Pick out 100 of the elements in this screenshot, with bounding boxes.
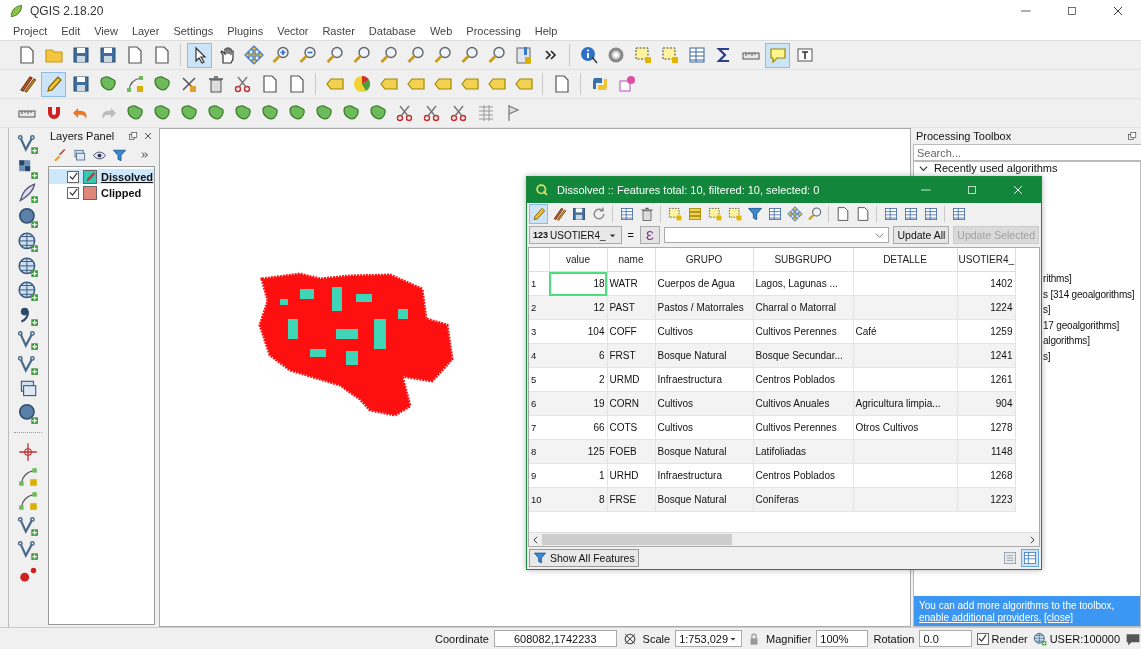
table-cell: 125 [549,439,607,464]
scroll-left-icon[interactable] [533,535,538,544]
q-logo-icon [535,183,549,197]
table-cell: Cultivos [655,319,753,344]
table-cell: 1259 [957,319,1015,344]
column-header[interactable]: SUBGRUPO [753,248,853,272]
tree-item[interactable]: s] [1043,302,1051,318]
table-cell: 8 [549,487,607,512]
tree-item[interactable]: Recently used algorithms [914,162,1063,174]
layer-name: Dissolved [101,170,153,183]
table-cell: 2 [549,367,607,392]
table-cell: COTS [607,415,655,440]
selection-icon [659,45,680,65]
text-box-icon [794,45,815,65]
table-cell: 1278 [957,415,1015,440]
row-number[interactable]: 2 [529,295,549,320]
coordinate-field[interactable]: 608082,1742233 [493,630,617,647]
table-icon [686,45,707,65]
tree-item[interactable]: 17 geoalgorithms] [1043,317,1120,333]
table-cell: 1261 [957,367,1015,392]
scale-dropdown[interactable]: 1:753,029 [675,630,743,647]
table-cell: 1402 [957,271,1015,296]
minimize-icon [921,189,931,191]
row-number[interactable]: 6 [529,391,549,416]
form-view-icon [1002,550,1018,566]
row-number[interactable]: 7 [529,415,549,440]
globe-icon [17,255,39,278]
minimize-icon [1021,10,1031,12]
field-dropdown[interactable]: 123 USOTIER4_ [529,226,622,244]
menu-item[interactable]: Help [527,25,565,37]
view-toggle-button[interactable] [1001,549,1019,567]
tree-item[interactable]: s [314 geoalgorithms] [1043,286,1135,302]
menu-item[interactable]: Processing [459,25,528,37]
move-arrows-icon [243,45,264,65]
row-number[interactable]: 5 [529,367,549,392]
column-header[interactable]: value [549,248,607,272]
horizontal-scrollbar[interactable] [529,532,1039,546]
globe-icon [1032,631,1047,646]
layers-icon [71,147,87,163]
show-all-features-button[interactable]: Show All Features [529,549,639,567]
table-cell: Cultivos Perennes [753,415,853,440]
rotation-spinbox[interactable]: 0.0 [919,630,972,647]
view-toggle-button[interactable] [1021,549,1039,567]
layer-checkbox[interactable] [67,170,79,183]
column-header[interactable]: DETALLE [853,248,957,272]
menu-item[interactable]: Web [422,25,460,37]
selection-icon [706,206,723,222]
row-number[interactable]: 4 [529,343,549,368]
info-icon [578,45,599,65]
menu-item[interactable]: Layer [124,25,167,37]
menu-item[interactable]: Edit [54,25,88,37]
coordinate-label: Coordinate [435,632,489,645]
menu-item[interactable]: Settings [166,25,221,37]
menu-item[interactable]: View [87,25,125,37]
table-cell: Bosque Natural [655,343,753,368]
magnifier-spinbox[interactable]: 100% [816,630,869,647]
render-checkbox[interactable]: Render [976,632,1028,645]
row-number[interactable]: 3 [529,319,549,344]
add-vector-icon [17,514,39,537]
menu-item[interactable]: Vector [270,25,316,37]
expression-button[interactable]: Ɛ [640,226,661,244]
tree-node[interactable]: Clipped [49,185,154,200]
column-header[interactable]: USOTIER4_ [957,248,1015,272]
menu-item[interactable]: Project [6,25,55,37]
column-header[interactable]: GRUPO [655,248,753,272]
row-number[interactable]: 8 [529,439,549,464]
scroll-right-icon[interactable] [1030,535,1035,544]
layer-checkbox[interactable] [67,186,79,199]
tree-item[interactable]: s] [1043,348,1051,364]
menu-item[interactable]: Plugins [220,25,271,37]
search-field[interactable]: Search... [913,144,1141,161]
notice-text: You can add more algorithms to the toolbox, enable additional providers. [close] [919,600,1116,624]
menu-item[interactable]: Database [361,25,423,37]
column-header[interactable]: name [607,248,655,272]
table-cell: Centros Poblados [753,367,853,392]
float-icon [1127,130,1138,142]
table-cell: Agricultura limpia... [853,391,957,416]
leaf-icon [8,3,24,19]
table-cell: Infraestructura [655,463,753,488]
magnifier-icon [378,45,399,65]
toolbar-button[interactable] [187,42,212,68]
tree-item[interactable]: rithms] [1043,271,1072,287]
row-number[interactable]: 10 [529,487,549,512]
filter-icon [533,551,547,565]
crs-button[interactable]: USER:100000 [1032,631,1120,646]
tree-item[interactable]: algorithms] [1043,333,1090,349]
update-all-button[interactable]: Update All [893,226,950,244]
table-cell: 12 [549,295,607,320]
menu-item[interactable]: Raster [315,25,362,37]
table-cell: URMD [607,367,655,392]
scissors-icon [421,103,442,123]
row-number[interactable]: 9 [529,463,549,488]
crosshair-icon [17,441,39,464]
maximize-icon [965,183,979,197]
expression-field[interactable] [664,227,890,243]
add-vector-icon [17,539,39,562]
magnifier-icon [324,45,345,65]
table-cell: Bosque Natural [655,487,753,512]
row-number[interactable]: 1 [529,271,549,296]
tree-node[interactable]: Dissolved [49,169,154,184]
